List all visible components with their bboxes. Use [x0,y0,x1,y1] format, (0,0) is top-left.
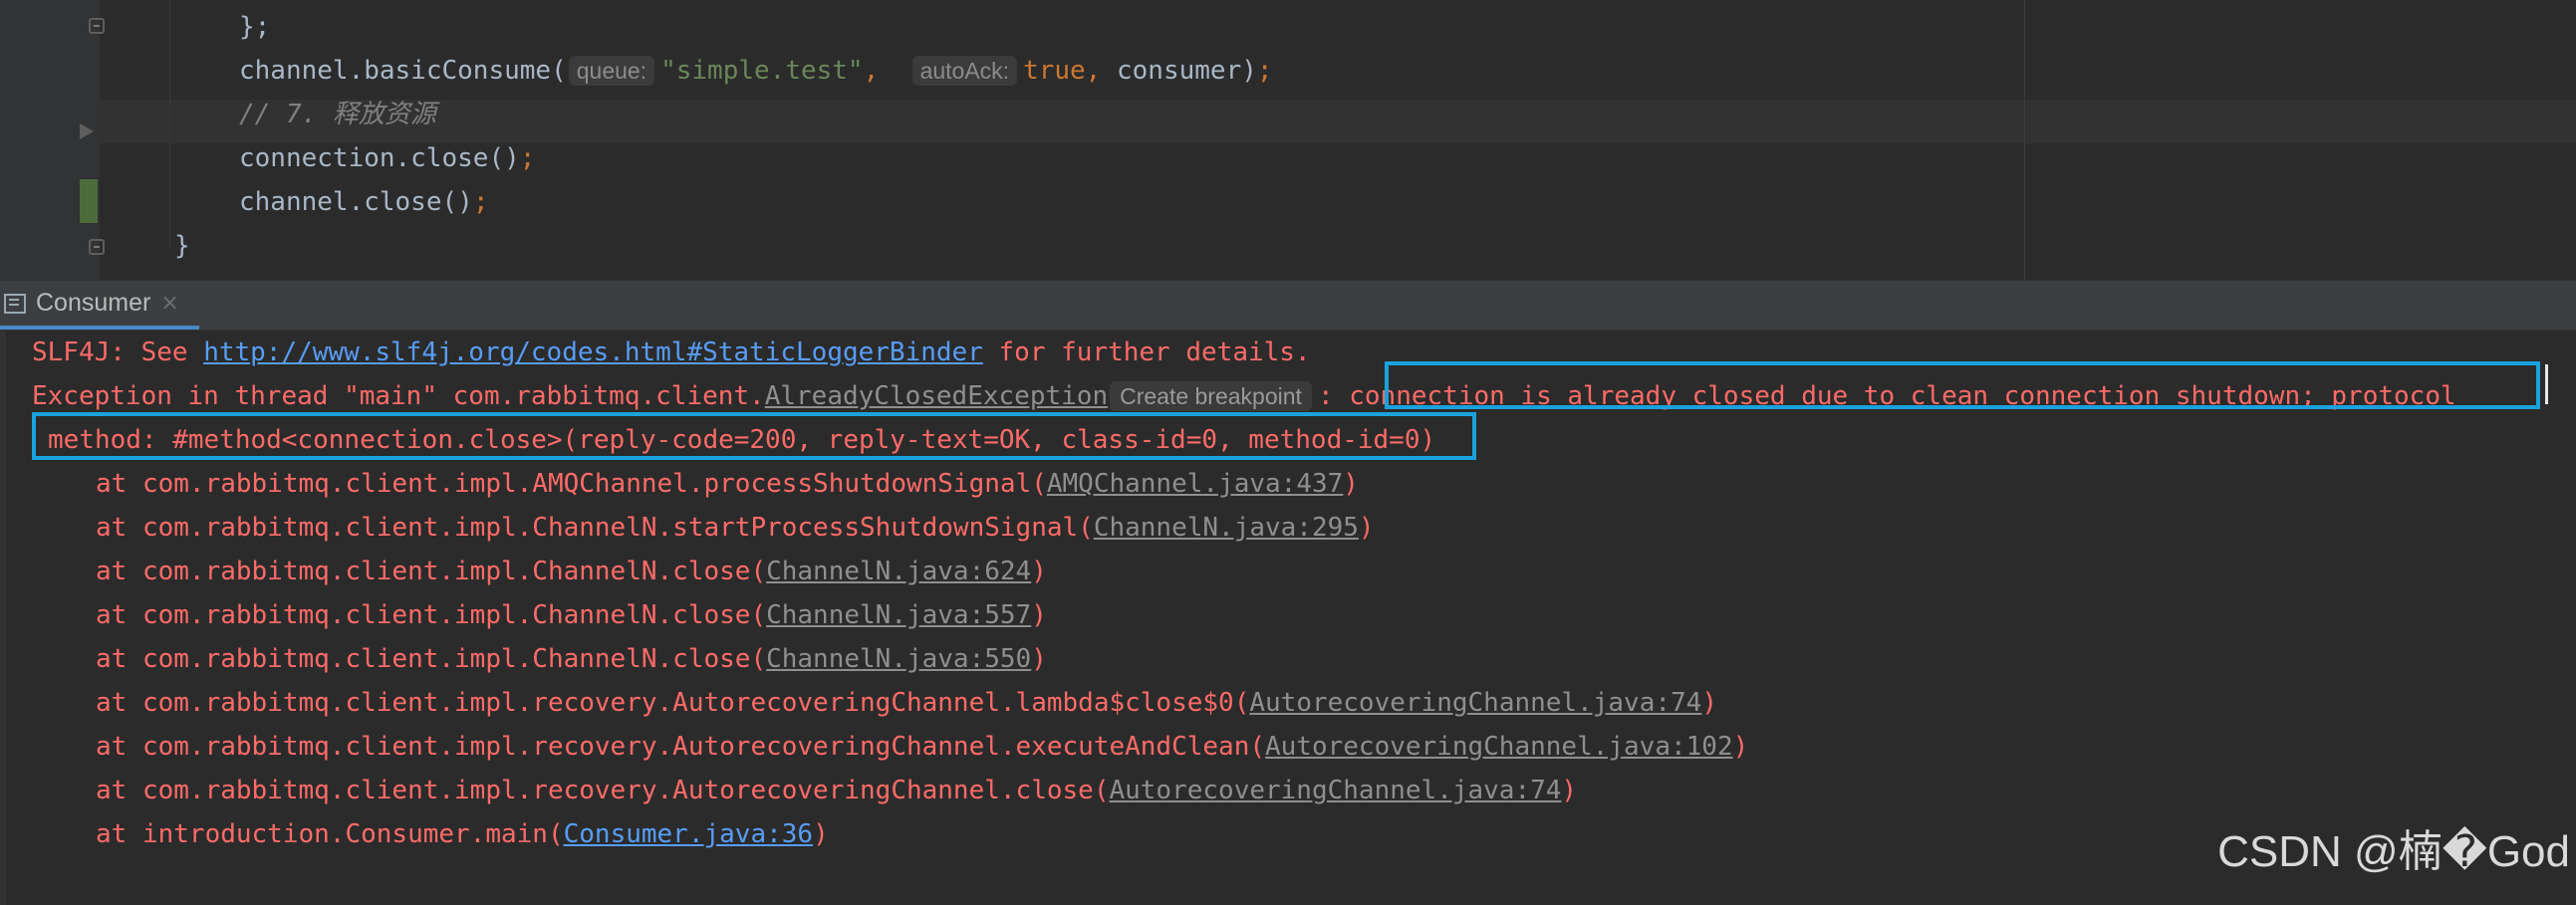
code-text: }; [239,12,271,42]
stack-text: ) [1031,557,1047,586]
code-line-6[interactable]: } [174,224,190,268]
stack-source-link-user[interactable]: Consumer.java:36 [564,819,813,849]
code-text: consumer) [1101,56,1257,86]
breakpoint-arrow-icon[interactable] [80,123,94,139]
stack-source-link[interactable]: AMQChannel.java:437 [1047,469,1343,499]
code-punct: ; [472,187,489,217]
stack-text: at com.rabbitmq.client.impl.recovery.Aut… [96,688,1250,718]
code-line-5[interactable]: channel.close(); [239,180,488,224]
stack-text: at com.rabbitmq.client.impl.AMQChannel.p… [96,469,1047,499]
stack-line: at com.rabbitmq.client.impl.ChannelN.clo… [96,550,1047,593]
stack-text: at com.rabbitmq.client.impl.ChannelN.clo… [96,557,767,586]
run-tool-window-tabbar: Consumer × [0,280,2576,331]
stack-text: at com.rabbitmq.client.impl.ChannelN.sta… [96,513,1094,543]
code-punct: ; [519,143,536,173]
stack-line: at introduction.Consumer.main(Consumer.j… [96,812,829,856]
stack-text: ) [1561,776,1578,805]
code-line-4[interactable]: connection.close(); [239,136,535,180]
code-punct: ; [1256,56,1273,86]
tab-label: Consumer [36,289,151,317]
console-text: for further details. [982,338,1311,367]
fold-marker-icon[interactable] [89,18,105,34]
stack-text: ) [1031,600,1047,630]
stack-line: at com.rabbitmq.client.impl.recovery.Aut… [96,725,1748,769]
code-text: channel.close() [239,187,473,217]
code-line-2[interactable]: channel.basicConsume(queue: "simple.test"… [239,49,1273,93]
fold-marker-end-icon[interactable] [89,239,105,255]
keyword-true: true, [1023,56,1102,86]
code-editor[interactable]: }; channel.basicConsume(queue: "simple.te… [0,0,2576,280]
stack-line: at com.rabbitmq.client.impl.recovery.Aut… [96,681,1717,725]
code-text: channel.basicConsume( [239,56,567,86]
console-output[interactable]: SLF4J: See http://www.slf4j.org/codes.ht… [0,331,2576,905]
stack-source-link[interactable]: AutorecoveringChannel.java:102 [1265,732,1733,762]
stack-source-link[interactable]: ChannelN.java:295 [1094,513,1359,543]
tab-consumer[interactable]: Consumer × [0,281,199,330]
stack-text: ) [1343,469,1359,499]
comment-text: // 7. 释放资源 [239,100,436,129]
stack-line: at com.rabbitmq.client.impl.ChannelN.sta… [96,506,1375,550]
stack-text: ) [1031,644,1047,674]
stack-line: at com.rabbitmq.client.impl.AMQChannel.p… [96,462,1359,506]
stack-line: at com.rabbitmq.client.impl.recovery.Aut… [96,769,1577,812]
stack-line: at com.rabbitmq.client.impl.ChannelN.clo… [96,637,1047,681]
highlight-box-1 [1385,361,2540,409]
text-cursor [2545,364,2548,404]
param-hint-autoack: autoAck: [911,56,1018,86]
slf4j-link[interactable]: http://www.slf4j.org/codes.html#StaticLo… [203,338,983,367]
stack-text: ) [1701,688,1717,718]
stack-source-link[interactable]: ChannelN.java:557 [766,600,1031,630]
code-line-3-comment[interactable]: // 7. 释放资源 [239,93,436,136]
right-margin-guide [2024,0,2025,280]
highlight-box-2 [32,412,1476,460]
stack-text: at com.rabbitmq.client.impl.ChannelN.clo… [96,600,767,630]
stack-text: ) [1732,732,1749,762]
code-punct: , [863,56,880,86]
console-left-strip [0,331,6,905]
stack-source-link[interactable]: AutorecoveringChannel.java:74 [1109,776,1561,805]
close-icon[interactable]: × [160,291,178,316]
code-line-1[interactable]: }; [239,5,270,49]
console-icon [4,293,26,314]
stack-text: ) [813,819,829,849]
csdn-watermark: CSDN @楠�God [2217,827,2570,876]
create-breakpoint-button[interactable]: Create breakpoint [1110,381,1312,411]
string-literal: "simple.test" [660,56,864,86]
stack-text: at com.rabbitmq.client.impl.recovery.Aut… [96,776,1110,805]
editor-gutter[interactable] [0,0,100,280]
console-line-slf4j: SLF4J: See http://www.slf4j.org/codes.ht… [32,331,1311,374]
stack-source-link[interactable]: ChannelN.java:550 [766,644,1031,674]
stack-source-link[interactable]: ChannelN.java:624 [766,557,1031,586]
vcs-change-marker [80,179,98,223]
stack-line: at com.rabbitmq.client.impl.ChannelN.clo… [96,593,1047,637]
stack-text: at com.rabbitmq.client.impl.recovery.Aut… [96,732,1265,762]
console-text: Exception in thread "main" com.rabbitmq.… [32,381,765,411]
param-hint-queue: queue: [568,56,655,86]
indent-guide [169,0,170,249]
stack-source-link[interactable]: AutorecoveringChannel.java:74 [1249,688,1701,718]
stack-text: at introduction.Consumer.main( [96,819,564,849]
console-text: : [1317,381,1334,411]
code-text: } [174,231,190,261]
stack-text: at com.rabbitmq.client.impl.ChannelN.clo… [96,644,767,674]
code-text: connection.close() [239,143,520,173]
stack-text: ) [1358,513,1375,543]
exception-class-link[interactable]: AlreadyClosedException [765,381,1108,411]
console-text: SLF4J: See [32,338,204,367]
